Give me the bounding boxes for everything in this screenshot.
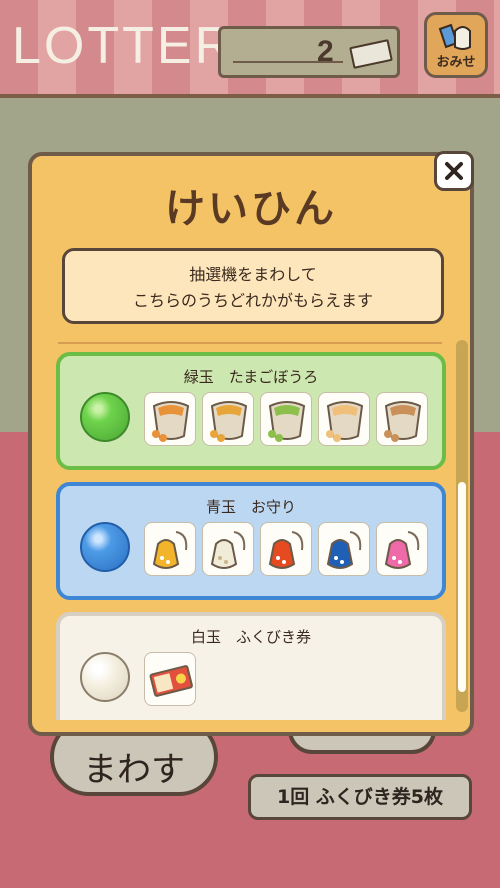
lottery-ticket-icon [144,652,196,706]
prize-card-green: 緑玉 たまごぼうろ [56,352,446,470]
cookie-bag-icon [260,392,312,446]
blue-ball-icon [80,522,130,572]
prize-card-blue: 青玉 お守り [56,482,446,600]
omamori-charm-icon [144,522,196,576]
close-icon [445,162,463,180]
prize-name: 白玉 ふくびき券 [190,628,311,646]
description-line-1: 抽選機をまわして [189,265,317,284]
prize-name: 緑玉 たまごぼうろ [183,368,319,386]
ticket-underline [233,61,343,63]
cookie-bag-icon [202,392,254,446]
shop-bags-icon [438,23,471,50]
omamori-charm-icon [202,522,254,576]
spin-button-label: まわす [83,750,185,790]
close-button[interactable] [434,151,474,191]
shop-button-label: おみせ [436,55,476,70]
prize-name: 青玉 お守り [205,498,296,516]
ticket-count-value: 2 [317,35,334,68]
cookie-bag-icon [144,392,196,446]
prize-list[interactable]: 緑玉 たまごぼうろ 青玉 お守り 白玉 ふくびき券 [56,352,446,720]
divider [58,342,442,344]
omamori-charm-icon [260,522,312,576]
scrollbar[interactable] [456,340,468,712]
green-ball-icon [80,392,130,442]
scrollbar-thumb[interactable] [458,482,466,692]
cookie-bag-icon [318,392,370,446]
shop-button[interactable]: おみせ [424,12,488,78]
omamori-charm-icon [318,522,370,576]
cost-label: 1回 ふくびき券5枚 [248,774,472,820]
description-line-2: こちらのうちどれかがもらえます [132,291,373,310]
prize-card-white: 白玉 ふくびき券 [56,612,446,720]
ticket-icon [349,39,393,69]
white-ball-icon [80,652,130,702]
prizes-modal: けいひん 抽選機をまわして こちらのうちどれかがもらえます 緑玉 たまごぼうろ [28,152,474,736]
modal-description: 抽選機をまわして こちらのうちどれかがもらえます [62,248,444,324]
cookie-bag-icon [376,392,428,446]
omamori-charm-icon [376,522,428,576]
modal-title: けいひん [165,186,337,232]
ticket-counter: 2 [218,26,400,78]
